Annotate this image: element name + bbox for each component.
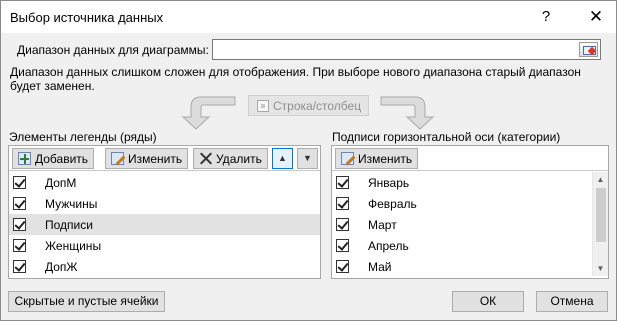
- category-name: Январь: [368, 176, 410, 190]
- series-checkbox[interactable]: [13, 197, 26, 210]
- scroll-thumb[interactable]: [596, 188, 606, 242]
- axis-labels-panel: Изменить Январь Февраль Март Апрель Май …: [331, 145, 609, 279]
- legend-series-row[interactable]: ДопМ: [9, 172, 320, 193]
- switch-row-column-button[interactable]: Строка/столбец: [248, 95, 369, 116]
- series-name: ДопЖ: [45, 260, 78, 274]
- title-bar: Выбор источника данных ? ✕: [1, 1, 616, 33]
- axis-category-row[interactable]: Апрель: [332, 235, 592, 256]
- axis-category-list: Январь Февраль Март Апрель Май: [332, 172, 592, 277]
- legend-series-row[interactable]: ДопЖ: [9, 256, 320, 277]
- axis-category-row[interactable]: Февраль: [332, 193, 592, 214]
- delete-series-label: Удалить: [216, 151, 262, 166]
- category-checkbox[interactable]: [336, 239, 349, 252]
- category-checkbox[interactable]: [336, 218, 349, 231]
- legend-series-row-selected[interactable]: Подписи: [9, 214, 320, 235]
- edit-icon: [341, 152, 354, 165]
- add-series-button[interactable]: Добавить: [12, 148, 95, 169]
- range-picker-icon[interactable]: [579, 42, 598, 57]
- category-name: Февраль: [368, 197, 417, 211]
- series-name: Мужчины: [45, 197, 98, 211]
- move-down-button[interactable]: ▼: [297, 148, 318, 169]
- legend-series-list: ДопМ Мужчины Подписи Женщины ДопЖ: [9, 172, 320, 277]
- move-up-button[interactable]: ▲: [272, 148, 293, 169]
- switch-row-column-label: Строка/столбец: [273, 98, 362, 113]
- arrow-left-down-icon: [181, 96, 236, 130]
- edit-icon: [111, 152, 124, 165]
- category-checkbox[interactable]: [336, 176, 349, 189]
- cancel-button[interactable]: Отмена: [536, 291, 608, 312]
- axis-toolbar: Изменить: [332, 146, 608, 171]
- category-name: Май: [368, 260, 392, 274]
- add-icon: [18, 152, 31, 165]
- scroll-up-icon[interactable]: ▲: [593, 172, 608, 187]
- delete-icon: [199, 152, 212, 165]
- axis-labels-label: Подписи горизонтальной оси (категории): [332, 130, 561, 144]
- series-checkbox[interactable]: [13, 218, 26, 231]
- series-name: Подписи: [45, 218, 93, 232]
- series-name: Женщины: [45, 239, 102, 253]
- axis-category-row[interactable]: Январь: [332, 172, 592, 193]
- legend-entries-label: Элементы легенды (ряды): [9, 130, 157, 144]
- category-checkbox[interactable]: [336, 197, 349, 210]
- edit-axis-labels-label: Изменить: [358, 151, 413, 166]
- ok-button[interactable]: ОК: [452, 291, 524, 312]
- close-button[interactable]: ✕: [578, 1, 614, 33]
- series-checkbox[interactable]: [13, 239, 26, 252]
- chart-data-range-label: Диапазон данных для диаграммы:: [17, 43, 209, 57]
- series-checkbox[interactable]: [13, 176, 26, 189]
- add-series-label: Добавить: [35, 151, 89, 166]
- select-data-source-dialog: Выбор источника данных ? ✕ Диапазон данн…: [0, 0, 617, 321]
- chart-data-range-input[interactable]: [212, 39, 601, 60]
- help-button[interactable]: ?: [528, 1, 564, 33]
- legend-series-row[interactable]: Женщины: [9, 235, 320, 256]
- edit-series-button[interactable]: Изменить: [105, 148, 189, 169]
- hidden-empty-cells-button[interactable]: Скрытые и пустые ячейки: [8, 291, 165, 312]
- legend-entries-panel: Добавить Изменить Удалить ▲ ▼ ДопМ Мужчи…: [8, 145, 321, 279]
- legend-toolbar: Добавить Изменить Удалить ▲ ▼: [9, 146, 320, 171]
- series-name: ДопМ: [45, 176, 77, 190]
- axis-category-row[interactable]: Март: [332, 214, 592, 235]
- category-checkbox[interactable]: [336, 260, 349, 273]
- arrow-right-down-icon: [380, 96, 435, 130]
- series-checkbox[interactable]: [13, 260, 26, 273]
- category-name: Март: [368, 218, 397, 232]
- legend-series-row[interactable]: Мужчины: [9, 193, 320, 214]
- axis-list-scrollbar[interactable]: ▲ ▼: [592, 172, 608, 276]
- dialog-title: Выбор источника данных: [10, 10, 164, 25]
- switch-row-column-icon: [257, 99, 269, 112]
- edit-series-label: Изменить: [128, 151, 183, 166]
- delete-series-button[interactable]: Удалить: [193, 148, 268, 169]
- axis-category-row[interactable]: Май: [332, 256, 592, 277]
- scroll-down-icon[interactable]: ▼: [593, 261, 608, 276]
- edit-axis-labels-button[interactable]: Изменить: [335, 148, 419, 169]
- category-name: Апрель: [368, 239, 409, 253]
- range-too-complex-message: Диапазон данных слишком сложен для отобр…: [10, 65, 581, 93]
